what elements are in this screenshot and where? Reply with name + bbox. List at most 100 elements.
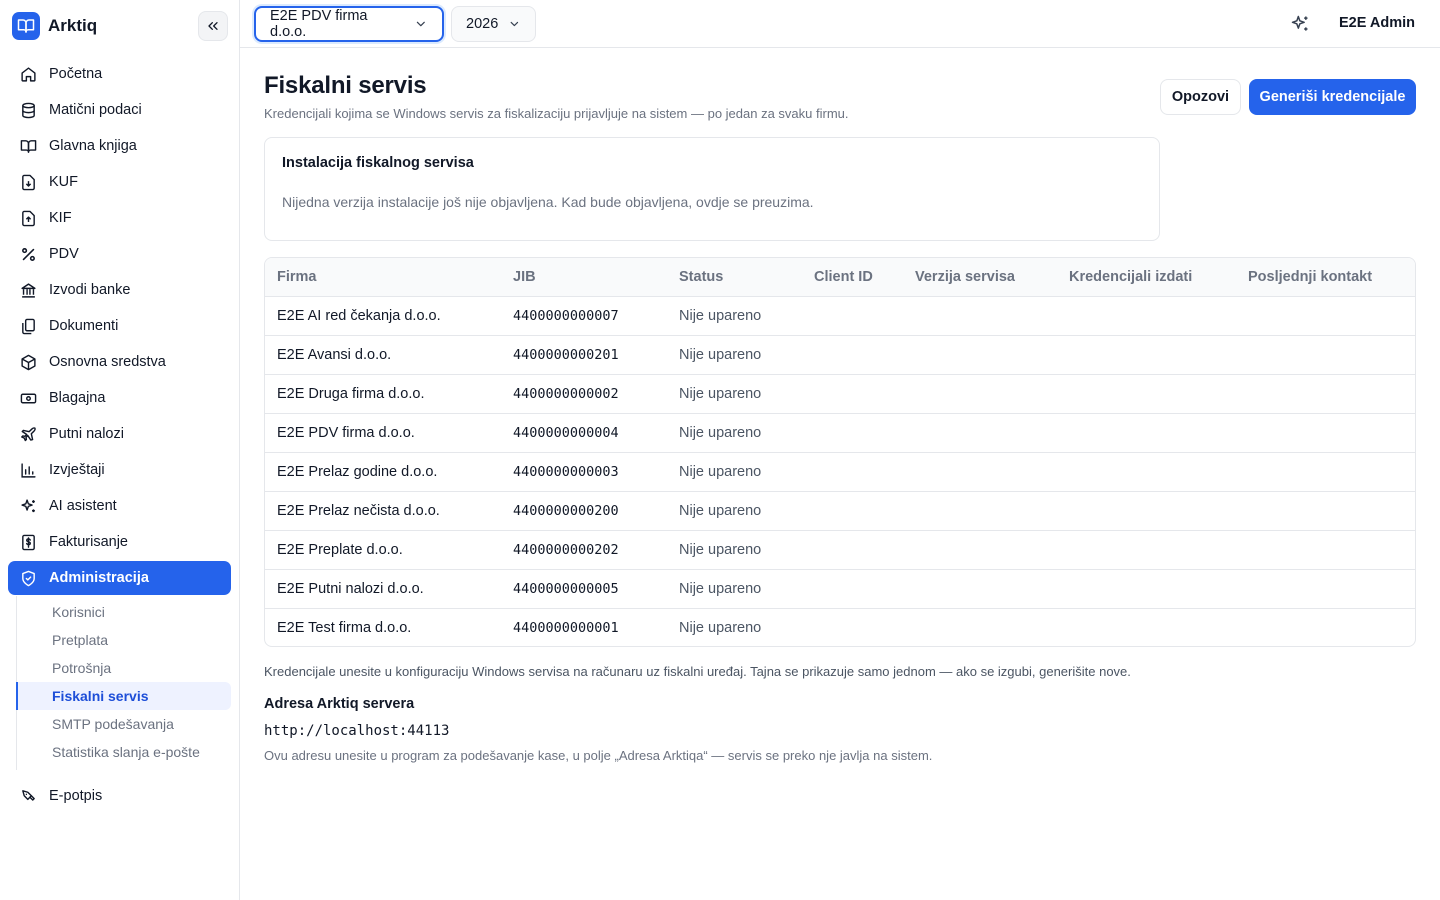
- cell-verzija: [903, 296, 1057, 336]
- brand[interactable]: Arktiq: [12, 12, 97, 40]
- column-header-kredencijali-izdati: Kredencijali izdati: [1057, 258, 1236, 297]
- sub-item-smtp[interactable]: SMTP podešavanja: [16, 710, 231, 738]
- table-row[interactable]: E2E Putni nalozi d.o.o. 4400000000005 Ni…: [265, 569, 1415, 609]
- sub-item-fiskalni-servis[interactable]: Fiskalni servis: [16, 682, 231, 710]
- sidebar-item-dokumenti[interactable]: Dokumenti: [8, 308, 231, 344]
- sub-item-potrosnja[interactable]: Potrošnja: [16, 654, 231, 682]
- install-card-title: Instalacija fiskalnog servisa: [282, 155, 474, 171]
- table-row[interactable]: E2E Druga firma d.o.o. 4400000000002 Nij…: [265, 374, 1415, 414]
- cell-status: Nije upareno: [667, 452, 802, 492]
- collapse-sidebar-button[interactable]: [198, 11, 228, 41]
- install-card: Instalacija fiskalnog servisa Nijedna ve…: [264, 137, 1160, 241]
- column-header-firma: Firma: [265, 258, 501, 297]
- table-row[interactable]: E2E Preplate d.o.o. 4400000000202 Nije u…: [265, 530, 1415, 570]
- table-row[interactable]: E2E Avansi d.o.o. 4400000000201 Nije upa…: [265, 335, 1415, 375]
- ai-assistant-button[interactable]: [1288, 12, 1312, 36]
- sidebar-item-pdv[interactable]: PDV: [8, 236, 231, 272]
- cell-izdati: [1057, 374, 1236, 414]
- cell-izdati: [1057, 335, 1236, 375]
- sidebar-item-glavna-knjiga[interactable]: Glavna knjiga: [8, 128, 231, 164]
- sub-item-korisnici[interactable]: Korisnici: [16, 598, 231, 626]
- cell-jib: 4400000000001: [513, 619, 619, 636]
- cell-izdati: [1057, 608, 1236, 646]
- cell-firma: E2E Preplate d.o.o.: [265, 530, 501, 570]
- book-open-icon: [12, 12, 40, 40]
- cell-firma: E2E Prelaz godine d.o.o.: [265, 452, 501, 492]
- table-header-row: Firma JIB Status Client ID Verzija servi…: [265, 258, 1415, 297]
- server-address-value[interactable]: http://localhost:44113: [264, 723, 449, 739]
- sidebar-item-administracija[interactable]: Administracija: [8, 561, 231, 595]
- cell-kontakt: [1236, 374, 1415, 414]
- book-icon: [20, 139, 37, 153]
- sidebar-item-ai-asistent[interactable]: AI asistent: [8, 488, 231, 524]
- sidebar-item-kuf[interactable]: KUF: [8, 164, 231, 200]
- sidebar-nav: Početna Matični podaci Glavna knjiga KUF…: [8, 56, 231, 814]
- database-icon: [22, 102, 35, 118]
- sidebar-item-label: E-potpis: [49, 788, 103, 804]
- invoice-icon: [22, 534, 35, 550]
- cell-firma: E2E AI red čekanja d.o.o.: [265, 296, 501, 336]
- home-icon: [21, 66, 36, 82]
- year-select[interactable]: 2026: [451, 6, 536, 42]
- cell-jib: 4400000000007: [501, 296, 667, 336]
- cell-client-id: [802, 530, 903, 570]
- cell-status: Nije upareno: [667, 335, 802, 375]
- sidebar-item-label: Početna: [49, 66, 103, 82]
- sidebar-item-e-potpis[interactable]: E-potpis: [8, 778, 231, 814]
- cell-verzija: [903, 530, 1057, 570]
- bank-icon: [21, 282, 36, 298]
- sidebar-item-label: Izvještaji: [49, 462, 105, 478]
- revoke-button[interactable]: Opozovi: [1160, 79, 1241, 115]
- sidebar-item-blagajna[interactable]: Blagajna: [8, 380, 231, 416]
- sidebar-item-label: Dokumenti: [49, 318, 119, 334]
- user-menu[interactable]: E2E Admin: [1339, 15, 1415, 31]
- column-header-jib: JIB: [501, 258, 667, 297]
- page-title: Fiskalni servis: [264, 72, 427, 99]
- cell-client-id: [802, 296, 903, 336]
- generate-credentials-button[interactable]: Generiši kredencijale: [1249, 79, 1416, 115]
- sidebar-item-fakturisanje[interactable]: Fakturisanje: [8, 524, 231, 560]
- cell-kontakt: [1236, 491, 1415, 531]
- table-row[interactable]: E2E PDV firma d.o.o. 4400000000004 Nije …: [265, 413, 1415, 453]
- sidebar-item-izvjestaji[interactable]: Izvještaji: [8, 452, 231, 488]
- cell-firma: E2E Putni nalozi d.o.o.: [265, 569, 501, 609]
- sub-item-pretplata[interactable]: Pretplata: [16, 626, 231, 654]
- sub-item-statistika-eposte[interactable]: Statistika slanja e-pošte: [16, 738, 231, 766]
- cell-firma: E2E Druga firma d.o.o.: [265, 374, 501, 414]
- sidebar-item-pocetna[interactable]: Početna: [8, 56, 231, 92]
- sidebar-item-izvodi-banke[interactable]: Izvodi banke: [8, 272, 231, 308]
- cell-firma: E2E Test firma d.o.o.: [277, 619, 412, 636]
- firm-select[interactable]: E2E PDV firma d.o.o.: [254, 6, 444, 42]
- sidebar-item-putni-nalozi[interactable]: Putni nalozi: [8, 416, 231, 452]
- cell-kontakt: [1236, 608, 1415, 646]
- cell-jib: 4400000000202: [501, 530, 667, 570]
- table-row[interactable]: E2E Prelaz godine d.o.o. 4400000000003 N…: [265, 452, 1415, 492]
- chart-icon: [21, 462, 36, 478]
- cell-jib: 4400000000201: [501, 335, 667, 375]
- year-select-value: 2026: [466, 16, 499, 32]
- table-row[interactable]: E2E AI red čekanja d.o.o. 4400000000007 …: [265, 296, 1415, 336]
- cell-status: Nije upareno: [679, 619, 762, 636]
- page-subtitle: Kredencijali kojima se Windows servis za…: [264, 106, 849, 121]
- chevrons-left-icon: [208, 21, 218, 30]
- sparkles-icon: [1291, 15, 1308, 31]
- sidebar-item-kif[interactable]: KIF: [8, 200, 231, 236]
- cell-client-id: [802, 608, 903, 646]
- signature-icon: [22, 789, 35, 801]
- cell-client-id: [802, 452, 903, 492]
- cell-kontakt: [1236, 452, 1415, 492]
- cell-verzija: [903, 413, 1057, 453]
- column-header-verzija: Verzija servisa: [903, 258, 1057, 297]
- cell-kontakt: [1236, 413, 1415, 453]
- table-row[interactable]: E2E Prelaz nečista d.o.o. 4400000000200 …: [265, 491, 1415, 531]
- sidebar-item-label: Blagajna: [49, 390, 106, 406]
- column-header-client-id: Client ID: [802, 258, 903, 297]
- server-address-help: Ovu adresu unesite u program za podešava…: [264, 748, 933, 763]
- sidebar-item-osnovna-sredstva[interactable]: Osnovna sredstva: [8, 344, 231, 380]
- sidebar-item-maticni-podaci[interactable]: Matični podaci: [8, 92, 231, 128]
- chevron-down-icon: [510, 21, 519, 27]
- cell-client-id: [802, 491, 903, 531]
- table-row[interactable]: E2E Test firma d.o.o. 4400000000001 Nije…: [265, 608, 1415, 646]
- percent-icon: [22, 247, 35, 261]
- cell-izdati: [1057, 530, 1236, 570]
